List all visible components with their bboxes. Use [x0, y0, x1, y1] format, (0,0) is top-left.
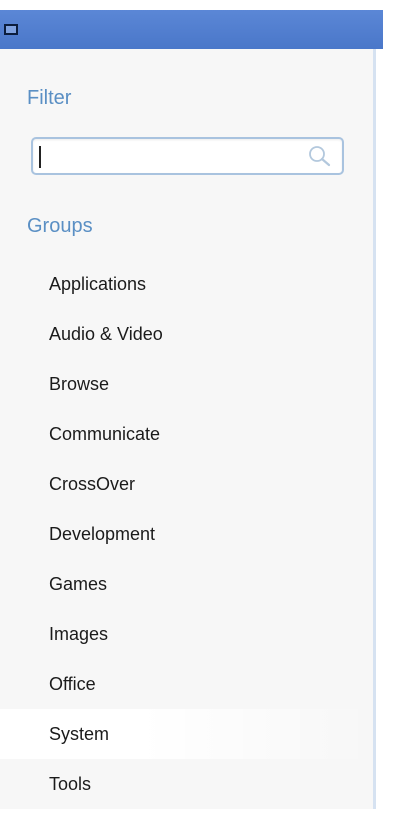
group-item-applications[interactable]: Applications	[0, 259, 373, 309]
title-bar	[0, 10, 383, 49]
right-gutter	[376, 49, 405, 814]
text-caret	[39, 146, 41, 168]
groups-sidebar-window: Filter Groups Applications Audio & Video…	[0, 0, 405, 814]
groups-heading: Groups	[27, 215, 93, 237]
group-item-crossover[interactable]: CrossOver	[0, 459, 373, 509]
search-icon[interactable]	[306, 145, 332, 167]
group-item-images[interactable]: Images	[0, 609, 373, 659]
group-item-communicate[interactable]: Communicate	[0, 409, 373, 459]
group-list: Applications Audio & Video Browse Commun…	[0, 259, 373, 809]
window-icon[interactable]	[4, 24, 18, 35]
search-box[interactable]	[31, 137, 344, 175]
group-item-audio-video[interactable]: Audio & Video	[0, 309, 373, 359]
sidebar-panel: Filter Groups Applications Audio & Video…	[0, 49, 376, 809]
group-item-system[interactable]: System	[0, 709, 373, 759]
group-item-development[interactable]: Development	[0, 509, 373, 559]
group-item-browse[interactable]: Browse	[0, 359, 373, 409]
group-item-tools[interactable]: Tools	[0, 759, 373, 809]
group-item-office[interactable]: Office	[0, 659, 373, 709]
filter-heading: Filter	[27, 87, 72, 109]
group-item-games[interactable]: Games	[0, 559, 373, 609]
search-input[interactable]	[39, 143, 294, 169]
